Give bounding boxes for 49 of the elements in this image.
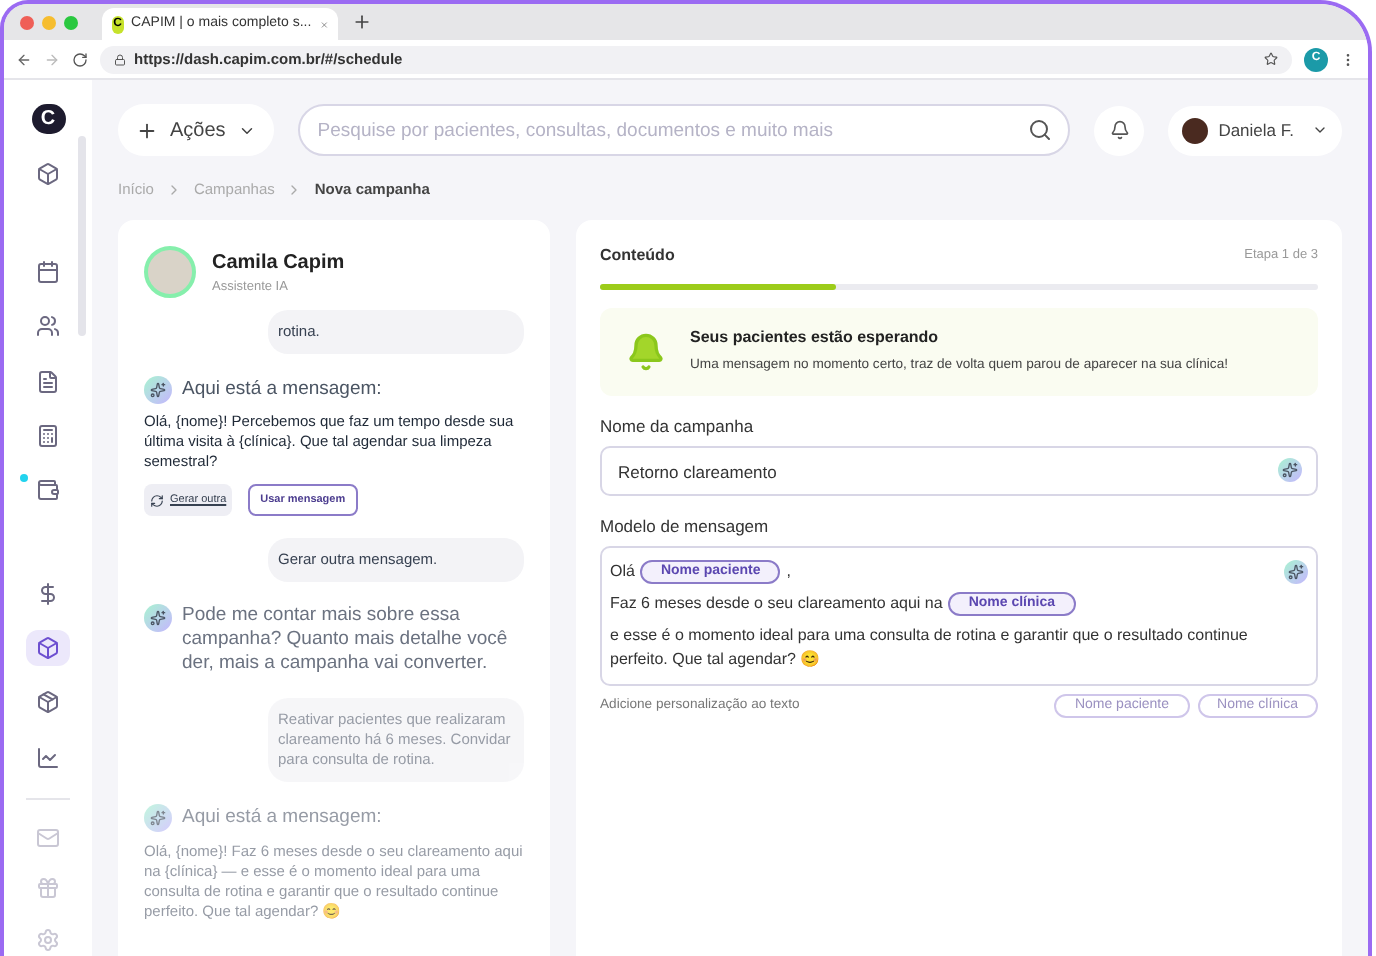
calculator-icon <box>36 423 60 448</box>
actions-button[interactable]: Ações <box>118 104 274 156</box>
assistant-message: Pode me contar mais sobre essa campanha? Quanto mais detalhe você der, mais a campanha vai converter. <box>182 604 510 677</box>
sidebar-item[interactable] <box>26 630 70 667</box>
dollar-icon <box>36 582 60 607</box>
bell-icon <box>1109 120 1130 140</box>
field-label: Modelo de mensagem <box>600 514 771 540</box>
message-heading: Aqui está a mensagem: <box>182 376 382 404</box>
assistant-name: Camila Capim <box>212 249 345 278</box>
settings-icon <box>36 927 60 952</box>
lock-icon <box>114 53 126 65</box>
notifications-button[interactable] <box>1094 105 1145 155</box>
search-field[interactable]: Pesquise por pacientes, consultas, documentos e muito mais <box>297 104 1071 157</box>
banner-title: Seus pacientes estão esperando <box>690 326 941 351</box>
document-icon <box>36 369 60 393</box>
ai-sparkle-icon <box>1284 560 1308 584</box>
package-icon <box>36 690 60 715</box>
sparkle-icon <box>144 804 172 833</box>
content-tab[interactable]: Conteúdo <box>600 244 675 268</box>
assistant-avatar <box>144 246 196 298</box>
message-heading: Aqui está a mensagem: <box>182 804 382 833</box>
calendar-icon <box>36 260 60 285</box>
back-icon[interactable] <box>16 51 32 67</box>
users-icon <box>36 314 60 339</box>
chevron-down-icon <box>1312 122 1328 138</box>
template-text: Olá <box>610 560 635 584</box>
user-avatar <box>1182 117 1209 143</box>
field-label: Nome da campanha <box>600 414 756 440</box>
cube-icon <box>36 636 60 661</box>
wallet-icon <box>36 477 60 502</box>
bell-icon <box>626 332 666 372</box>
campaign-name-field[interactable]: Retorno clareamento <box>600 446 1318 497</box>
user-menu-button[interactable]: Daniela F. <box>1168 105 1342 155</box>
cube-icon <box>36 162 60 187</box>
plus-icon <box>136 119 158 141</box>
search-icon[interactable] <box>1028 117 1053 142</box>
sparkle-icon <box>144 376 172 405</box>
new-tab-icon[interactable] <box>352 12 372 32</box>
chart-icon <box>36 745 60 770</box>
gift-icon <box>36 876 60 901</box>
template-text: , <box>786 560 791 584</box>
template-text: Faz 6 meses desde o seu clareamento aqui na <box>610 592 943 616</box>
refresh-icon <box>150 493 164 508</box>
reload-icon[interactable] <box>72 51 88 67</box>
sparkle-icon <box>144 604 172 633</box>
app-logo[interactable]: C <box>31 104 65 134</box>
mail-icon <box>36 825 60 850</box>
template-text: e esse é o momento ideal para uma consulta de rotina e garantir que o resultado continue perfeito. Que tal agendar? 😊 <box>610 624 1250 672</box>
bookmark-star-icon[interactable] <box>1264 52 1278 66</box>
